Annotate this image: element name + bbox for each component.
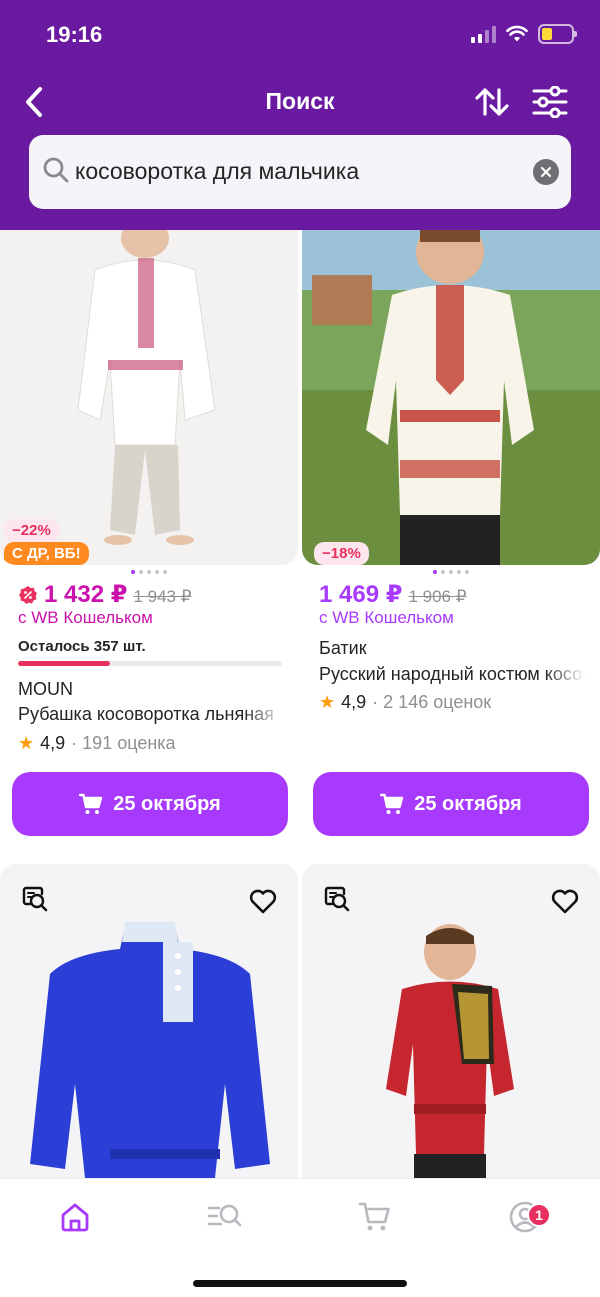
rating-row: ★ 4,9 · 191 оценка — [18, 733, 176, 754]
rating-value: 4,9 — [341, 692, 367, 712]
tab-profile[interactable]: 1 — [495, 1193, 555, 1241]
price: 1 469 ₽ — [319, 581, 403, 608]
product-card[interactable]: −22% С ДР, ВБ! 1 432 ₽ 1 943 ₽ с WB Коше… — [0, 230, 298, 840]
product-name: Рубашка косоворотка льняная — [18, 704, 274, 724]
heart-icon — [249, 889, 277, 914]
signal-icon — [471, 25, 496, 43]
stock-text: Осталось 357 шт. — [18, 638, 146, 655]
product-image[interactable]: −18% — [302, 230, 600, 565]
stock-bar — [18, 661, 282, 666]
product-card[interactable] — [302, 864, 600, 1178]
discount-badge: −18% — [314, 542, 369, 565]
header: 19:16 Поиск косоворотка для мальчика — [0, 0, 600, 230]
tab-home[interactable] — [45, 1193, 105, 1241]
sort-button[interactable] — [470, 80, 514, 124]
product-photo — [302, 230, 600, 565]
product-card[interactable] — [0, 864, 298, 1178]
cart-icon — [380, 793, 404, 814]
reviews-count: · 2 146 оценок — [372, 692, 492, 712]
status-icons — [471, 24, 577, 44]
discount-badge: −22% — [4, 519, 59, 542]
battery-icon — [538, 24, 577, 44]
screen: 19:16 Поиск косоворотка для мальчика −22… — [0, 0, 600, 1297]
similar-search-icon — [324, 886, 350, 912]
product-image[interactable]: −22% С ДР, ВБ! — [0, 230, 298, 565]
stock-bar-fill — [18, 661, 111, 666]
wallet-note: с WB Кошельком — [18, 608, 153, 627]
search-query[interactable]: косоворотка для мальчика — [75, 158, 359, 185]
wallet-note: с WB Кошельком — [319, 608, 454, 627]
heart-icon — [551, 889, 579, 914]
old-price: 1 943 ₽ — [133, 587, 192, 606]
star-icon: ★ — [319, 692, 336, 712]
similar-search-button[interactable] — [18, 882, 52, 916]
reviews-count: · 191 оценка — [71, 733, 176, 753]
home-icon — [61, 1203, 89, 1232]
catalog-search-icon — [207, 1204, 242, 1227]
star-icon: ★ — [18, 733, 35, 753]
price: 1 432 ₽ — [44, 581, 128, 608]
brand-name: Батик — [319, 638, 367, 658]
wifi-icon — [506, 25, 528, 42]
filter-sliders-icon — [532, 86, 568, 118]
tab-cart[interactable] — [345, 1193, 405, 1241]
search-icon — [43, 157, 69, 183]
rating-row: ★ 4,9 · 2 146 оценок — [319, 692, 491, 713]
wallet-discount-icon — [19, 585, 37, 604]
status-time: 19:16 — [46, 22, 103, 47]
close-icon — [540, 166, 552, 178]
rating-value: 4,9 — [40, 733, 66, 753]
notification-badge: 1 — [527, 1203, 551, 1227]
favorite-button[interactable] — [548, 884, 582, 918]
search-input[interactable]: косоворотка для мальчика — [29, 135, 571, 209]
delivery-date: 25 октября — [414, 792, 522, 815]
tab-catalog[interactable] — [195, 1193, 255, 1241]
product-card[interactable]: −18% 1 469 ₽ 1 906 ₽ с WB Кошельком Бати… — [302, 230, 600, 840]
delivery-date: 25 октября — [113, 792, 221, 815]
brand-name: MOUN — [18, 679, 73, 699]
similar-search-icon — [22, 886, 48, 912]
cart-icon — [79, 793, 103, 814]
sort-arrows-icon — [475, 88, 509, 116]
product-photo — [0, 230, 298, 565]
carousel-dots — [131, 570, 167, 574]
add-to-cart-button[interactable]: 25 октября — [313, 772, 589, 836]
favorite-button[interactable] — [246, 884, 280, 918]
home-indicator — [193, 1280, 407, 1287]
product-name: Русский народный костюм косоворотка — [319, 664, 585, 684]
promo-badge: С ДР, ВБ! — [4, 542, 89, 565]
similar-search-button[interactable] — [320, 882, 354, 916]
cart-icon — [358, 1202, 390, 1231]
old-price: 1 906 ₽ — [408, 587, 467, 606]
add-to-cart-button[interactable]: 25 октября — [12, 772, 288, 836]
clear-search-button[interactable] — [533, 159, 559, 185]
price-row: 1 469 ₽ 1 906 ₽ — [319, 580, 467, 609]
carousel-dots — [433, 570, 469, 574]
price-row: 1 432 ₽ 1 943 ₽ — [18, 580, 192, 609]
filter-button[interactable] — [528, 80, 572, 124]
